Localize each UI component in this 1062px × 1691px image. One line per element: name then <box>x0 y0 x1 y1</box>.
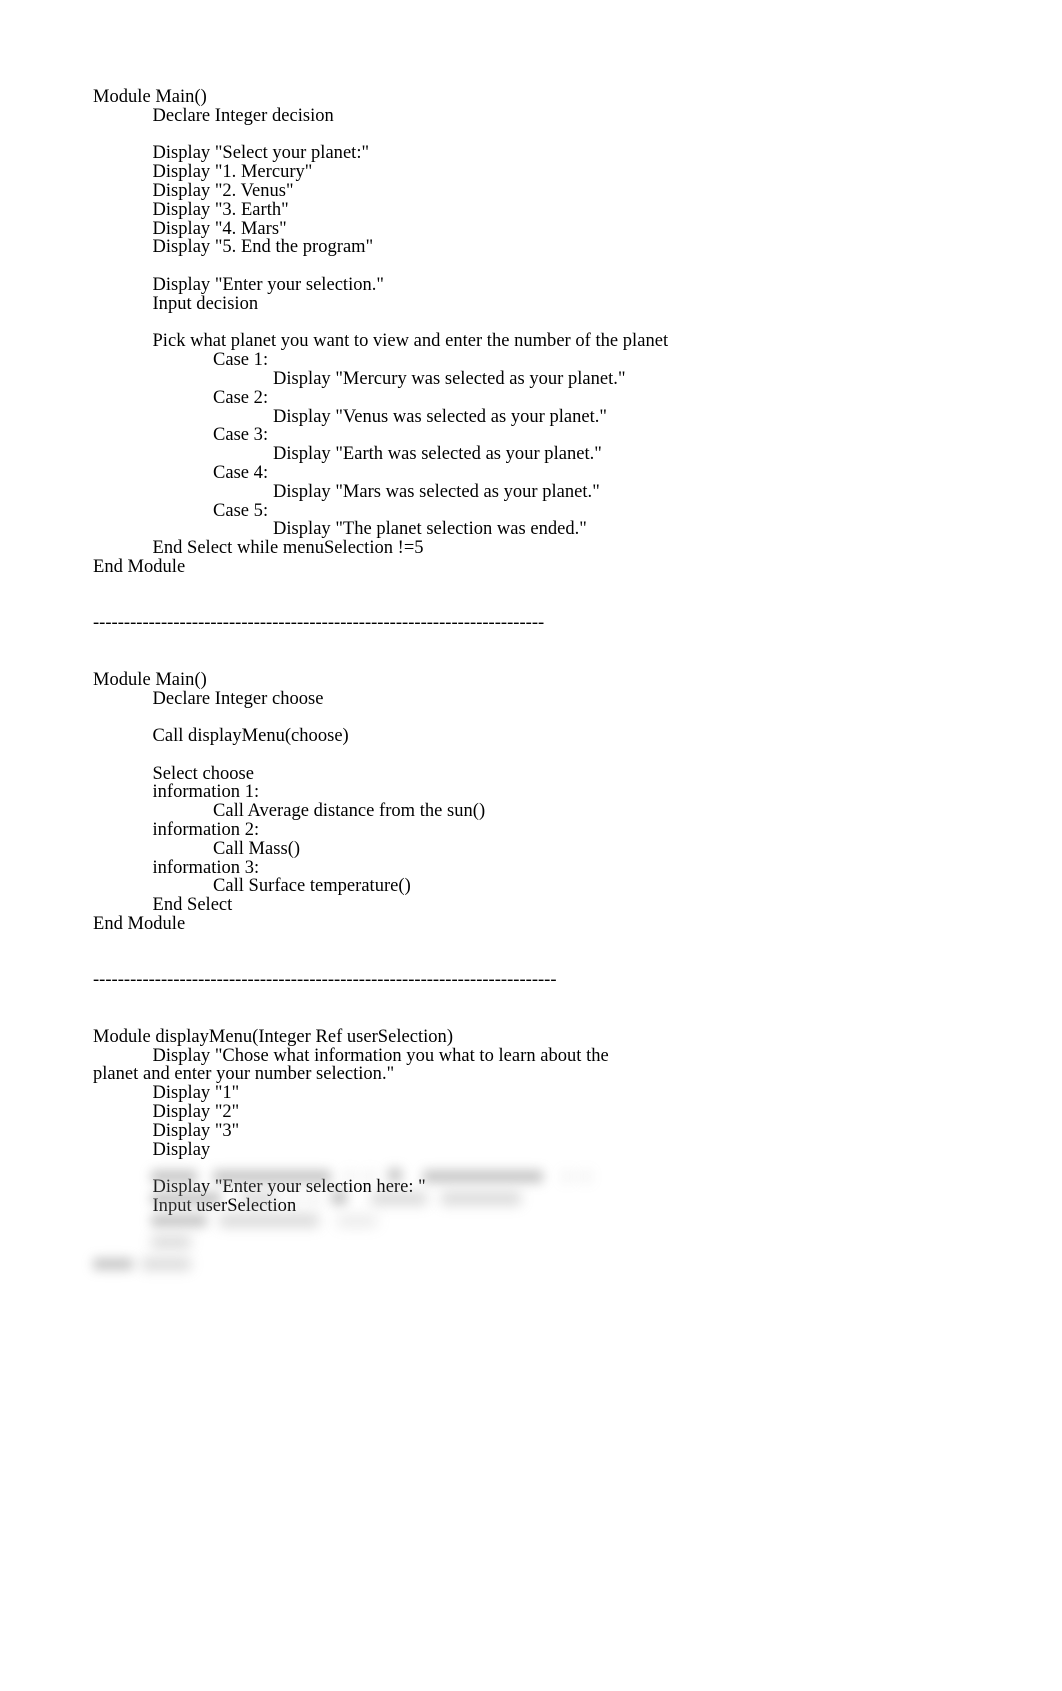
code-line: Declare Integer choose <box>152 688 324 709</box>
section-divider: ----------------------------------------… <box>93 613 545 634</box>
code-line: Display "Enter your selection." <box>152 274 384 295</box>
pseudocode-section-3: Module displayMenu(Integer Ref userSelec… <box>93 1028 893 1216</box>
code-line-case: Case 5: <box>213 500 269 521</box>
code-line: Display "1. Mercury" <box>152 162 313 183</box>
code-line: Pick what planet you want to view and en… <box>152 331 669 352</box>
code-line: End Module <box>93 914 186 935</box>
code-line-case: Case 1: <box>213 350 269 371</box>
code-line: Display "Earth was selected as your plan… <box>273 444 602 465</box>
code-line: Display "2" <box>152 1102 240 1123</box>
code-line-wrapped: Display "Chose what information you what… <box>93 1045 614 1085</box>
code-line: Display "Mars was selected as your plane… <box>273 481 600 502</box>
code-line: Display "3. Earth" <box>152 199 289 220</box>
pseudocode-section-2: Module Main() Declare Integer choose Cal… <box>93 669 893 935</box>
code-line: Call Mass() <box>213 838 301 859</box>
code-line: Call Average distance from the sun() <box>213 801 486 822</box>
code-line-case: Case 4: <box>213 462 269 483</box>
code-line: Display "Select your planet:" <box>152 143 370 164</box>
code-line-case: Case 3: <box>213 425 269 446</box>
code-line: Display "1" <box>152 1083 240 1104</box>
code-line: End Select while menuSelection !=5 <box>152 538 424 559</box>
section-divider: ----------------------------------------… <box>93 970 557 991</box>
code-line: Input userSelection <box>152 1196 297 1217</box>
code-line: Display "5. End the program" <box>152 237 374 258</box>
code-line-case: information 2: <box>152 820 260 841</box>
code-line-case: information 3: <box>152 857 260 878</box>
code-line: Input decision <box>152 293 259 314</box>
code-line: Call displayMenu(choose) <box>152 726 349 747</box>
code-line: Display "Venus was selected as your plan… <box>273 406 607 427</box>
code-line: Module Main() <box>93 669 207 690</box>
code-line: Declare Integer decision <box>152 105 334 126</box>
code-line: Display <box>152 1139 211 1160</box>
code-line-case: Case 2: <box>213 387 269 408</box>
code-line: End Module <box>93 556 186 577</box>
code-line: Display "4. Mars" <box>152 218 287 239</box>
document-page: Module Main() Declare Integer decision D… <box>0 0 1062 1691</box>
code-line: Call Surface temperature() <box>213 876 411 897</box>
code-line: End Select <box>152 895 233 916</box>
code-line: Select choose <box>152 763 254 784</box>
code-line: Display "3" <box>152 1120 240 1141</box>
code-line: Display "The planet selection was ended.… <box>273 519 587 540</box>
document-body: Module Main() Declare Integer decision D… <box>93 88 893 1216</box>
code-line: Display "2. Venus" <box>152 180 294 201</box>
pseudocode-section-1: Module Main() Declare Integer decision D… <box>93 88 893 577</box>
module-heading: Module displayMenu(Integer Ref userSelec… <box>93 1026 454 1047</box>
code-line: Display "Mercury was selected as your pl… <box>273 368 626 389</box>
code-line: Display "Enter your selection here: " <box>152 1177 426 1198</box>
code-line: Module Main() <box>93 87 207 107</box>
code-line-case: information 1: <box>152 782 260 803</box>
